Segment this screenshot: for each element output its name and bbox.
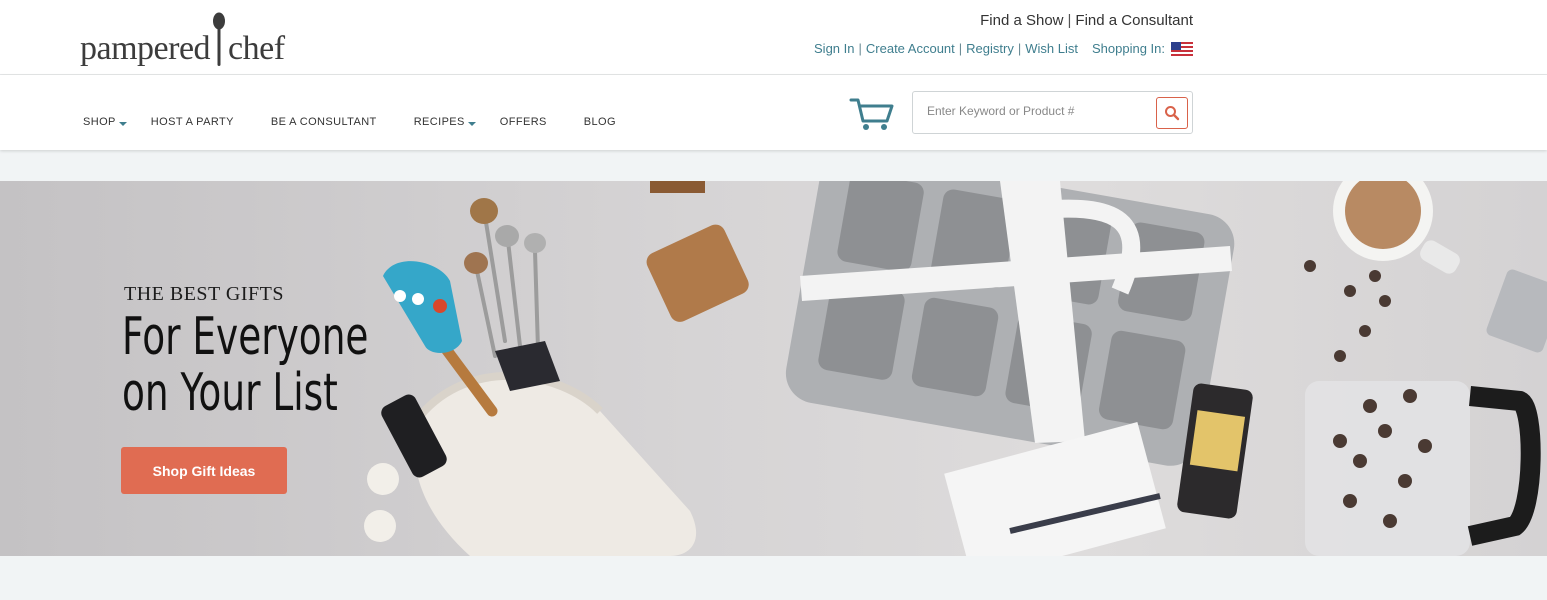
nav-item-blog[interactable]: BLOG	[584, 116, 616, 128]
hero-banner: THE BEST GIFTS For Everyone on Your List…	[0, 181, 1547, 556]
shopping-in-label: Shopping In:	[1091, 41, 1165, 56]
nav-item-shop[interactable]: SHOP	[83, 116, 127, 128]
nav-item-label: SHOP	[83, 116, 116, 128]
logo-text-left: pampered	[80, 30, 211, 67]
separator: |	[958, 41, 963, 56]
nav-item-label: BLOG	[583, 116, 616, 128]
nav-item-host-a-party[interactable]: HOST A PARTY	[151, 116, 234, 128]
main-nav: SHOP HOST A PARTY BE A CONSULTANT RECIPE…	[83, 116, 616, 128]
registry-link[interactable]: Registry	[966, 41, 1014, 56]
nav-item-offers[interactable]: OFFERS	[500, 116, 547, 128]
find-a-consultant-link[interactable]: Find a Consultant	[1075, 12, 1193, 29]
search-box	[912, 91, 1193, 134]
nav-item-label: OFFERS	[499, 116, 547, 128]
separator: |	[1017, 41, 1022, 56]
shopping-cart-icon[interactable]	[849, 96, 895, 132]
search-button[interactable]	[1156, 97, 1188, 129]
create-account-link[interactable]: Create Account	[866, 41, 955, 56]
pampered-chef-logo[interactable]: pampered chef	[80, 10, 285, 66]
nav-item-label: BE A CONSULTANT	[270, 116, 377, 128]
spoon-icon	[213, 12, 226, 66]
logo-text-right: chef	[228, 30, 285, 67]
utility-header: pampered chef Find a Show | Find a Consult…	[0, 0, 1547, 75]
hero-eyebrow: THE BEST GIFTS	[124, 283, 284, 305]
shop-gift-ideas-button[interactable]: Shop Gift Ideas	[121, 447, 287, 494]
separator: |	[1067, 12, 1072, 29]
main-nav-bar: SHOP HOST A PARTY BE A CONSULTANT RECIPE…	[0, 75, 1547, 150]
utility-links: Find a Show | Find a Consultant Sign In | Cr…	[814, 12, 1193, 56]
nav-item-be-a-consultant[interactable]: BE A CONSULTANT	[271, 116, 377, 128]
search-icon	[1165, 106, 1180, 121]
us-flag-icon	[1171, 41, 1193, 56]
find-a-show-link[interactable]: Find a Show	[980, 12, 1063, 29]
caret-down-icon	[467, 121, 476, 126]
nav-item-label: HOST A PARTY	[150, 116, 234, 128]
wish-list-link[interactable]: Wish List	[1025, 41, 1078, 56]
nav-item-label: RECIPES	[413, 116, 465, 128]
nav-item-recipes[interactable]: RECIPES	[414, 116, 476, 128]
search-input[interactable]	[927, 104, 1147, 118]
caret-down-icon	[118, 121, 127, 126]
hero-title-line-2: on Your List	[122, 363, 338, 423]
sign-in-link[interactable]: Sign In	[814, 41, 854, 56]
separator: |	[858, 41, 862, 56]
hero-title: For Everyone on Your List	[122, 309, 368, 421]
shopping-in-selector[interactable]: Shopping In:	[1092, 41, 1193, 56]
hero-title-line-1: For Everyone	[122, 307, 369, 367]
